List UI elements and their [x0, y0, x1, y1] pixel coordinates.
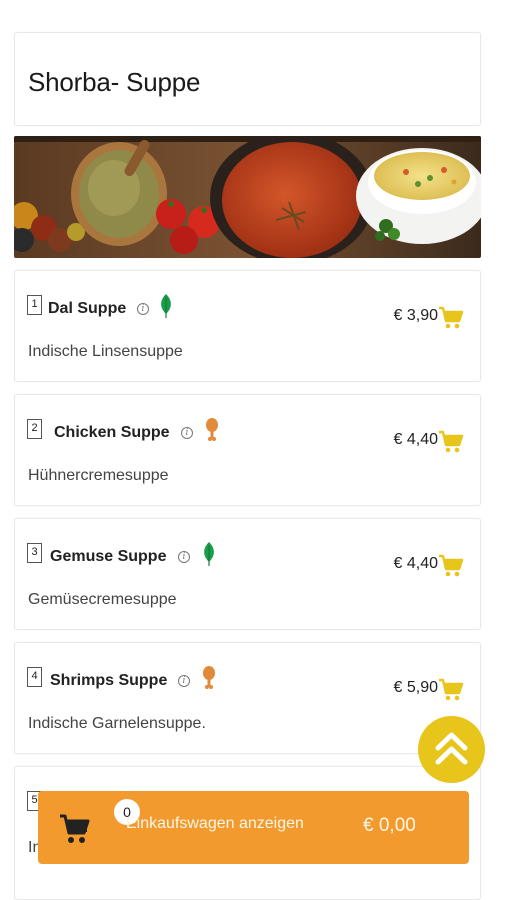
- item-description: Indische Garnelensuppe.: [28, 715, 206, 732]
- scroll-to-top-button[interactable]: [418, 716, 485, 783]
- item-description: Gemüsecremesuppe: [28, 591, 177, 608]
- menu-item[interactable]: 3 Gemuse Suppe i € 4,40 Gemüsecremesuppe: [14, 518, 481, 630]
- view-cart-button[interactable]: 0 Einkaufswagen anzeigen € 0,00: [38, 791, 469, 864]
- info-icon[interactable]: i: [178, 551, 190, 563]
- add-to-cart-icon[interactable]: [438, 430, 464, 454]
- chicken-leg-icon: [206, 418, 218, 441]
- item-name: Chicken Suppe: [54, 424, 170, 441]
- leaf-icon: [161, 294, 171, 318]
- menu-item[interactable]: 1 Dal Suppe i € 3,90 Indische Linsensupp…: [14, 270, 481, 382]
- shopping-cart-icon: [60, 814, 90, 843]
- item-number: 3: [27, 543, 42, 563]
- category-banner-image: [14, 136, 481, 258]
- add-to-cart-icon[interactable]: [438, 554, 464, 578]
- add-to-cart-icon[interactable]: [438, 678, 464, 702]
- menu-item[interactable]: 4 Shrimps Suppe i € 5,90 Indische Garnel…: [14, 642, 481, 754]
- item-price: € 4,40: [393, 555, 438, 572]
- item-name: Gemuse Suppe: [50, 548, 167, 565]
- item-price: € 3,90: [393, 307, 438, 324]
- item-price: € 4,40: [393, 431, 438, 448]
- item-number: 2: [27, 419, 42, 439]
- item-price: € 5,90: [393, 679, 438, 696]
- cart-total: € 0,00: [363, 815, 416, 836]
- item-description: Indische Linsensuppe: [28, 343, 183, 360]
- item-description: Hühnercremesuppe: [28, 467, 169, 484]
- category-title: Shorba- Suppe: [28, 67, 201, 97]
- add-to-cart-icon[interactable]: [438, 306, 464, 330]
- item-name: Dal Suppe: [48, 300, 127, 317]
- menu-item[interactable]: 2 Chicken Suppe i € 4,40 Hühnercremesupp…: [14, 394, 481, 506]
- double-chevron-up-icon: [435, 732, 468, 765]
- item-number: 1: [27, 295, 42, 315]
- leaf-icon: [204, 542, 214, 566]
- view-cart-label: Einkaufswagen anzeigen: [126, 815, 304, 832]
- chicken-leg-icon: [203, 666, 215, 689]
- info-icon[interactable]: i: [181, 427, 193, 439]
- info-icon[interactable]: i: [137, 303, 149, 315]
- info-icon[interactable]: i: [178, 675, 190, 687]
- item-number: 4: [27, 667, 42, 687]
- item-name: Shrimps Suppe: [50, 672, 168, 689]
- category-header: Shorba- Suppe: [14, 32, 481, 126]
